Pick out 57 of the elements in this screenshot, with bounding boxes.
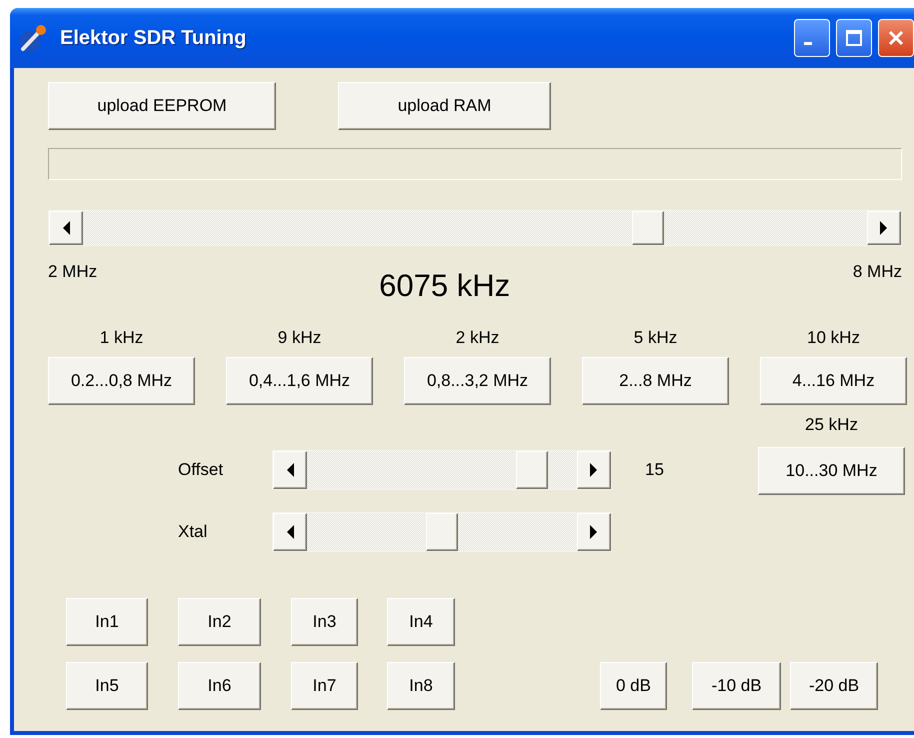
xtal-scrollbar[interactable] bbox=[272, 512, 612, 552]
scroll-right-button[interactable] bbox=[577, 513, 611, 551]
band-button[interactable]: 0.2...0,8 MHz bbox=[48, 357, 195, 405]
offset-value: 15 bbox=[645, 460, 664, 480]
input-button[interactable]: In5 bbox=[66, 662, 148, 710]
right-arrow-icon bbox=[590, 525, 598, 539]
attenuator-button[interactable]: 0 dB bbox=[600, 662, 667, 710]
step-label: 25 kHz bbox=[805, 415, 858, 436]
step-label: 2 kHz bbox=[456, 328, 500, 349]
scroll-right-button[interactable] bbox=[577, 451, 611, 489]
attenuator-button[interactable]: -20 dB bbox=[790, 662, 878, 710]
input-button[interactable]: In4 bbox=[387, 598, 455, 646]
step-label: 9 kHz bbox=[278, 328, 322, 349]
left-arrow-icon bbox=[286, 463, 294, 477]
band-button[interactable]: 2...8 MHz bbox=[582, 357, 729, 405]
scroll-left-button[interactable] bbox=[49, 211, 83, 245]
step-label: 5 kHz bbox=[634, 328, 678, 349]
right-arrow-icon bbox=[590, 463, 598, 477]
band-button[interactable]: 10...30 MHz bbox=[758, 447, 905, 495]
input-button[interactable]: In1 bbox=[66, 598, 148, 646]
upload-button[interactable]: upload EEPROM bbox=[48, 82, 276, 130]
upload-button[interactable]: upload RAM bbox=[338, 82, 551, 130]
offset-scrollbar[interactable] bbox=[272, 450, 612, 490]
input-button[interactable]: In3 bbox=[291, 598, 358, 646]
range-max-label: 8 MHz bbox=[852, 262, 902, 283]
range-min-label: 2 MHz bbox=[48, 262, 98, 283]
input-button[interactable]: In2 bbox=[178, 598, 261, 646]
minimize-icon bbox=[804, 42, 812, 44]
input-button[interactable]: In8 bbox=[387, 662, 455, 710]
attenuator-button[interactable]: -10 dB bbox=[692, 662, 781, 710]
maximize-button[interactable] bbox=[836, 19, 872, 57]
maximize-icon bbox=[844, 28, 864, 48]
minimize-button[interactable] bbox=[794, 19, 830, 57]
scroll-thumb[interactable] bbox=[516, 451, 548, 489]
scroll-thumb[interactable] bbox=[632, 211, 664, 245]
close-icon bbox=[886, 28, 906, 48]
right-arrow-icon bbox=[880, 221, 888, 235]
band-button[interactable]: 4...16 MHz bbox=[760, 357, 907, 405]
xtal-label: Xtal bbox=[178, 522, 208, 542]
window-title: Elektor SDR Tuning bbox=[60, 26, 246, 50]
band-button[interactable]: 0,4...1,6 MHz bbox=[226, 357, 373, 405]
input-button[interactable]: In6 bbox=[178, 662, 261, 710]
wand-icon bbox=[18, 23, 48, 53]
band-button[interactable]: 0,8...3,2 MHz bbox=[404, 357, 551, 405]
left-arrow-icon bbox=[286, 525, 294, 539]
input-button[interactable]: In7 bbox=[291, 662, 358, 710]
close-button[interactable] bbox=[878, 19, 914, 57]
left-arrow-icon bbox=[62, 221, 70, 235]
scroll-left-button[interactable] bbox=[273, 513, 307, 551]
offset-label: Offset bbox=[178, 460, 224, 480]
scroll-thumb[interactable] bbox=[426, 513, 458, 551]
scroll-left-button[interactable] bbox=[273, 451, 307, 489]
step-label: 1 kHz bbox=[100, 328, 144, 349]
scroll-right-button[interactable] bbox=[867, 211, 901, 245]
frequency-display: 6075 kHz bbox=[379, 268, 510, 305]
step-label: 10 kHz bbox=[807, 328, 860, 349]
tuning-scrollbar[interactable] bbox=[48, 210, 902, 246]
